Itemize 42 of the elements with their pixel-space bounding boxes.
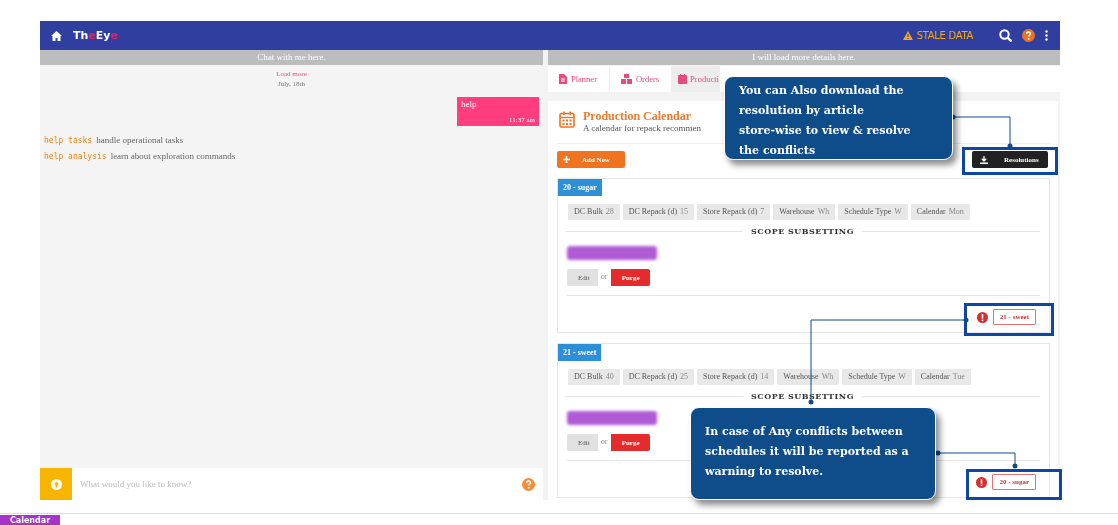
parameter-chip: DC Repack (d) 15 — [622, 204, 695, 220]
plus-icon — [563, 156, 570, 163]
help-icon[interactable] — [1022, 29, 1035, 42]
parameter-chip: Calendar Tue — [914, 369, 971, 385]
parameter-chip: DC Bulk 40 — [568, 369, 620, 385]
parameter-chip: Store Repack (d) 14 — [697, 369, 775, 385]
callout-text: You can Also download the resolution by article store-wise to view & resolve the conflicts — [739, 83, 912, 159]
callout-text: In case of Any conflicts between schedules it will be reported as a warning to resolve. — [705, 424, 910, 480]
calendar-subtitle: A calendar for repack recommen — [583, 123, 701, 133]
download-icon — [980, 155, 988, 164]
calendar-icon — [559, 111, 575, 128]
app-logo[interactable]: TheEye — [73, 29, 118, 42]
tab[interactable]: Planner — [548, 66, 610, 92]
calendar-icon — [678, 74, 688, 84]
parameter-chip: Schedule Type W — [842, 369, 912, 385]
boxes-icon — [620, 74, 632, 84]
message-text: help — [461, 99, 478, 109]
stale-data-label: STALE DATA — [916, 30, 973, 41]
command-text: help analysis — [44, 152, 107, 161]
upload-arrow-icon — [50, 478, 62, 490]
document-icon — [559, 74, 567, 84]
parameter-chip: Calendar Mon — [910, 204, 970, 220]
alert-icon — [976, 311, 988, 323]
command-text: help tasks — [44, 136, 93, 145]
parameter-chip: Schedule Type W — [838, 204, 908, 220]
menu-icon[interactable] — [1045, 30, 1048, 41]
parameter-chip: Store Repack (d) 7 — [697, 204, 771, 220]
parameter-chip: DC Repack (d) 25 — [622, 369, 695, 385]
parameter-chip: DC Bulk 28 — [568, 204, 620, 220]
warning-icon — [902, 31, 913, 40]
command-description: handle operational tasks — [96, 135, 184, 145]
command-description: learn about exploration commands — [110, 151, 236, 161]
calendar-title: Production Calendar — [583, 109, 693, 124]
tab[interactable]: Producti — [672, 66, 720, 92]
section-heading: SCOPE SUBSETTING — [751, 226, 854, 236]
parameter-chip: Warehouse Wh — [773, 204, 836, 220]
schedule-label: 20 - sugar — [558, 179, 602, 196]
home-icon[interactable] — [51, 30, 62, 41]
bottom-tab[interactable]: Calendar — [0, 515, 60, 525]
search-icon[interactable] — [999, 29, 1012, 42]
alert-icon — [976, 476, 988, 488]
schedule-label: 21 - sweet — [558, 344, 602, 361]
